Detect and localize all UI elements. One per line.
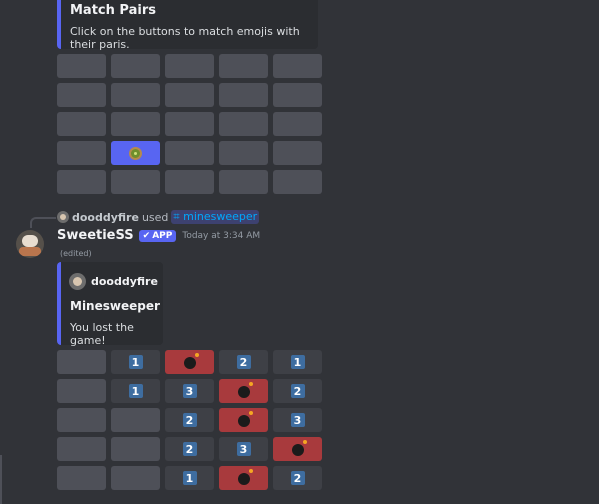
- match-pairs-cell-button[interactable]: [273, 141, 322, 165]
- message-header: SweetieSS ✔ APP Today at 3:34 AM: [57, 228, 260, 243]
- number-icon: 2: [182, 413, 197, 427]
- match-pairs-cell-button[interactable]: [219, 170, 268, 194]
- match-pairs-grid: [57, 54, 322, 194]
- match-pairs-cell-button[interactable]: [165, 112, 214, 136]
- minesweeper-cell-button[interactable]: [57, 466, 106, 490]
- minesweeper-cell-button[interactable]: [219, 408, 268, 432]
- number-icon: 1: [290, 355, 305, 369]
- minesweeper-cell-button[interactable]: 2: [273, 379, 322, 403]
- bomb-icon: [183, 353, 199, 369]
- user-avatar-small[interactable]: [57, 211, 69, 223]
- minesweeper-cell-button[interactable]: [219, 379, 268, 403]
- minesweeper-cell-button[interactable]: 3: [219, 437, 268, 461]
- minesweeper-cell-button[interactable]: [165, 350, 214, 374]
- minesweeper-cell-button[interactable]: [111, 466, 160, 490]
- match-pairs-cell-button[interactable]: [165, 83, 214, 107]
- match-pairs-cell-button[interactable]: [57, 112, 106, 136]
- edited-label: (edited): [60, 249, 92, 258]
- match-pairs-cell-button[interactable]: [219, 112, 268, 136]
- bomb-icon: [237, 469, 253, 485]
- minesweeper-cell-button[interactable]: 1: [111, 379, 160, 403]
- minesweeper-cell-button[interactable]: [57, 437, 106, 461]
- match-pairs-cell-button[interactable]: [273, 83, 322, 107]
- minesweeper-cell-button[interactable]: 2: [165, 408, 214, 432]
- match-pairs-cell-button[interactable]: [57, 141, 106, 165]
- message-timestamp[interactable]: Today at 3:34 AM: [182, 231, 260, 241]
- match-pairs-cell-button[interactable]: [165, 54, 214, 78]
- minesweeper-cell-button[interactable]: 2: [273, 466, 322, 490]
- reply-connector: [30, 217, 56, 228]
- bot-avatar[interactable]: [16, 230, 44, 258]
- match-pairs-cell-button[interactable]: [57, 54, 106, 78]
- match-pairs-cell-button[interactable]: [219, 83, 268, 107]
- bomb-icon: [237, 382, 253, 398]
- minesweeper-cell-button[interactable]: [111, 408, 160, 432]
- minesweeper-cell-button[interactable]: [111, 437, 160, 461]
- number-icon: 3: [236, 442, 251, 456]
- command-reply: dooddyfire used ⌗ minesweeper: [57, 210, 260, 224]
- embed-author-avatar: [69, 273, 86, 290]
- number-icon: 2: [236, 355, 251, 369]
- reply-username[interactable]: dooddyfire: [72, 211, 139, 224]
- embed-description: You lost the game!: [70, 321, 134, 347]
- match-pairs-embed: Match Pairs Click on the buttons to matc…: [57, 0, 318, 51]
- match-pairs-cell-button[interactable]: [219, 141, 268, 165]
- number-icon: 1: [128, 384, 143, 398]
- match-pairs-cell-button[interactable]: [219, 54, 268, 78]
- match-pairs-cell-button[interactable]: [111, 83, 160, 107]
- left-edge-divider: [0, 455, 2, 504]
- minesweeper-cell-button[interactable]: 3: [165, 379, 214, 403]
- author-name[interactable]: SweetieSS: [57, 228, 134, 243]
- minesweeper-grid: 1 2 1 1 3 2 2 3 2 3 1 2: [57, 350, 322, 490]
- bomb-icon: [237, 411, 253, 427]
- number-icon: 3: [182, 384, 197, 398]
- minesweeper-cell-button[interactable]: 2: [219, 350, 268, 374]
- check-icon: ✔: [142, 230, 151, 241]
- minesweeper-cell-button[interactable]: 3: [273, 408, 322, 432]
- minesweeper-embed: dooddyfire Minesweeper You lost the game…: [57, 262, 163, 347]
- minesweeper-cell-button[interactable]: 1: [165, 466, 214, 490]
- kiwi-icon: [129, 146, 142, 160]
- match-pairs-cell-button[interactable]: [273, 54, 322, 78]
- match-pairs-cell-button[interactable]: [111, 54, 160, 78]
- slash-command-link[interactable]: ⌗ minesweeper: [171, 210, 260, 224]
- number-icon: 3: [290, 413, 305, 427]
- minesweeper-cell-button[interactable]: [57, 408, 106, 432]
- match-pairs-cell-button[interactable]: [111, 112, 160, 136]
- minesweeper-cell-button[interactable]: [273, 437, 322, 461]
- match-pairs-cell-button[interactable]: [111, 141, 160, 165]
- reply-used-text: used: [141, 210, 169, 224]
- minesweeper-cell-button[interactable]: 1: [273, 350, 322, 374]
- match-pairs-cell-button[interactable]: [165, 170, 214, 194]
- bomb-icon: [291, 440, 307, 456]
- minesweeper-cell-button[interactable]: [219, 466, 268, 490]
- match-pairs-cell-button[interactable]: [57, 83, 106, 107]
- match-pairs-cell-button[interactable]: [57, 170, 106, 194]
- minesweeper-cell-button[interactable]: [57, 379, 106, 403]
- minesweeper-cell-button[interactable]: [57, 350, 106, 374]
- number-icon: 2: [290, 384, 305, 398]
- match-pairs-cell-button[interactable]: [273, 170, 322, 194]
- number-icon: 2: [290, 471, 305, 485]
- embed-title: Minesweeper: [70, 299, 160, 313]
- minesweeper-cell-button[interactable]: 2: [165, 437, 214, 461]
- match-pairs-cell-button[interactable]: [273, 112, 322, 136]
- command-name: minesweeper: [183, 210, 258, 223]
- app-badge: ✔ APP: [138, 229, 177, 242]
- embed-title: Match Pairs: [70, 3, 156, 18]
- embed-author-name: dooddyfire: [91, 275, 158, 288]
- number-icon: 2: [182, 442, 197, 456]
- minesweeper-cell-button[interactable]: 1: [111, 350, 160, 374]
- embed-description: Click on the buttons to match emojis wit…: [70, 25, 300, 51]
- number-icon: 1: [128, 355, 143, 369]
- number-icon: 1: [182, 471, 197, 485]
- match-pairs-cell-button[interactable]: [111, 170, 160, 194]
- embed-author: dooddyfire: [69, 273, 158, 290]
- match-pairs-cell-button[interactable]: [165, 141, 214, 165]
